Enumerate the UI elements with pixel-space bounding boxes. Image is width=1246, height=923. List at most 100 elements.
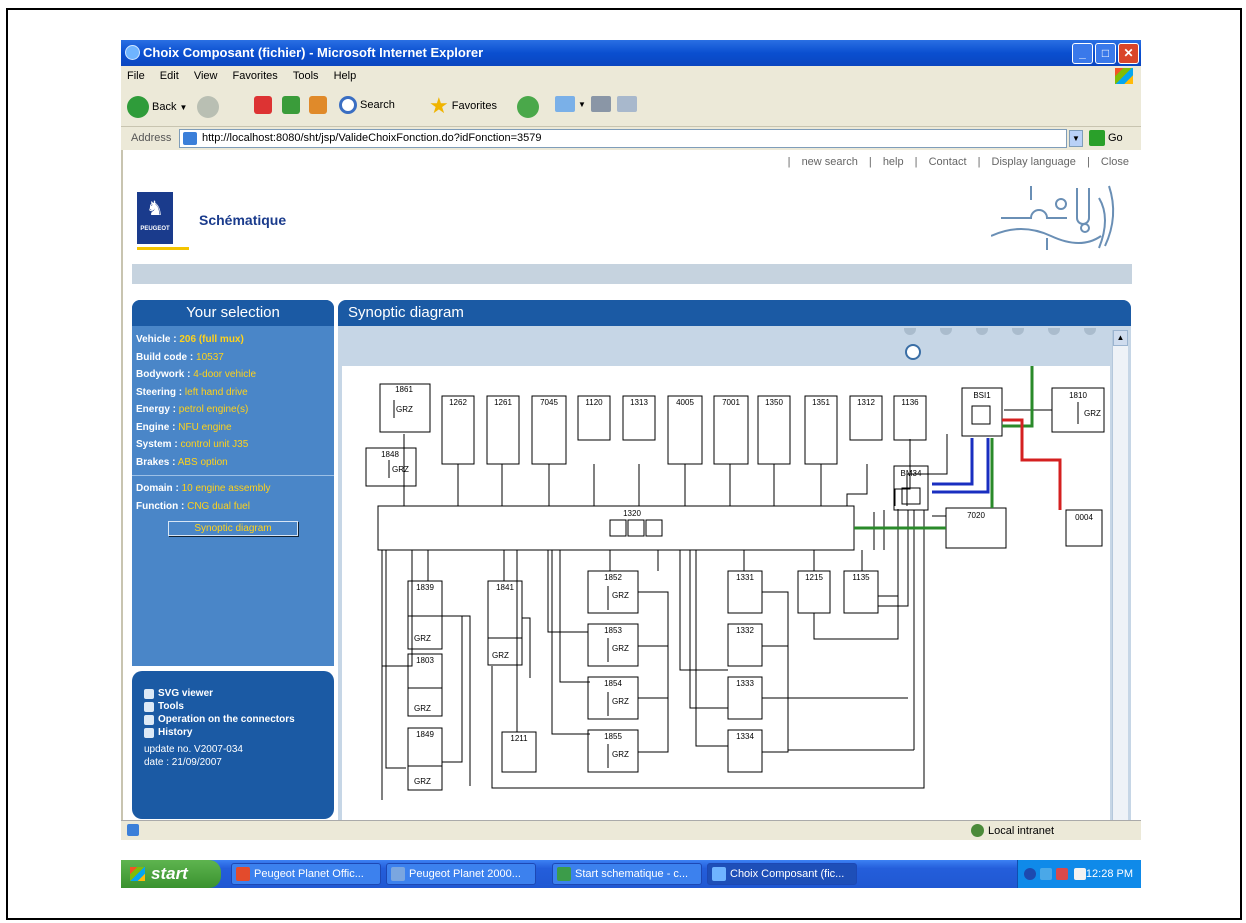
address-dropdown[interactable]: ▼ [1069, 130, 1083, 147]
svg-viewer-link[interactable]: SVG viewer [144, 687, 322, 700]
build-code-row: Build code : 10537 [136, 349, 330, 367]
task-label: Peugeot Planet Offic... [254, 868, 364, 880]
component-1803: 1803 [416, 656, 434, 665]
steering-row: Steering : left hand drive [136, 384, 330, 402]
function-row: Function : CNG dual fuel [136, 498, 330, 516]
svg-text:GRZ: GRZ [612, 697, 629, 706]
bullet-icon [144, 689, 154, 699]
back-arrow-icon [127, 96, 149, 118]
help-link[interactable]: help [883, 156, 904, 168]
app-icon [236, 867, 250, 881]
back-label: Back [152, 101, 177, 113]
engine-value: NFU engine [178, 421, 232, 433]
close-window-button[interactable]: ✕ [1118, 43, 1139, 64]
maximize-button[interactable]: □ [1095, 43, 1116, 64]
tools-link[interactable]: Tools [144, 700, 322, 713]
scroll-up-arrow-icon[interactable]: ▲ [1113, 330, 1128, 346]
contact-link[interactable]: Contact [929, 156, 967, 168]
pan-control-icon[interactable] [905, 344, 921, 360]
tray-arrow-icon[interactable] [1024, 868, 1036, 880]
network-icon[interactable] [1040, 868, 1052, 880]
address-label: Address [131, 132, 172, 144]
mail-button[interactable]: ▼ [555, 96, 586, 112]
domain-label: Domain : [136, 483, 179, 494]
component-1261: 1261 [494, 398, 512, 407]
brakes-row: Brakes : ABS option [136, 454, 330, 472]
vertical-scrollbar[interactable]: ▲ [1112, 330, 1128, 826]
search-button[interactable]: Search [339, 96, 395, 114]
taskbar-item-peugeot-planet-2000[interactable]: Peugeot Planet 2000... [386, 863, 536, 885]
app-icon [391, 867, 405, 881]
device-icon[interactable] [1074, 868, 1086, 880]
start-button[interactable]: start [121, 860, 221, 888]
go-arrow-icon [1089, 130, 1105, 146]
security-alert-icon[interactable] [1056, 868, 1068, 880]
system-tray: 12:28 PM [1017, 860, 1141, 888]
menu-bar: File Edit View Favorites Tools Help [121, 66, 1141, 87]
menu-file[interactable]: File [127, 70, 145, 82]
forward-arrow-icon [197, 96, 219, 118]
address-url: http://localhost:8080/sht/jsp/ValideChoi… [202, 132, 542, 144]
nav-dot[interactable] [1048, 328, 1060, 335]
menu-edit[interactable]: Edit [160, 70, 179, 82]
new-search-link[interactable]: new search [802, 156, 858, 168]
history-link[interactable]: History [144, 726, 322, 739]
go-button[interactable]: Go [1089, 130, 1123, 146]
intranet-icon [971, 824, 984, 837]
printer-icon [591, 96, 611, 112]
operation-connectors-link[interactable]: Operation on the connectors [144, 713, 322, 726]
menu-help[interactable]: Help [334, 70, 357, 82]
top-links: | new search | help | Contact | Display … [784, 156, 1133, 168]
svg-text:GRZ: GRZ [612, 591, 629, 600]
update-date: date : 21/09/2007 [144, 757, 222, 768]
nav-dot[interactable] [1012, 328, 1024, 335]
component-7045: 7045 [540, 398, 558, 407]
update-number: update no. V2007-034 [144, 744, 243, 755]
brakes-label: Brakes : [136, 456, 176, 468]
header-band [132, 264, 1132, 284]
taskbar-item-start-schematique[interactable]: Start schematique - c... [552, 863, 702, 885]
favorites-button[interactable]: ★ Favorites [429, 95, 497, 117]
component-1312: 1312 [857, 398, 875, 407]
taskbar-item-peugeot-planet-office[interactable]: Peugeot Planet Offic... [231, 863, 381, 885]
menu-view[interactable]: View [194, 70, 218, 82]
edit-button[interactable] [617, 96, 637, 112]
taskbar-item-choix-composant[interactable]: Choix Composant (fic... [707, 863, 857, 885]
nav-dot[interactable] [1084, 328, 1096, 335]
menu-tools[interactable]: Tools [293, 70, 319, 82]
title-bar: Choix Composant (fichier) - Microsoft In… [121, 40, 1141, 66]
zone-label: Local intranet [988, 824, 1055, 837]
minimize-button[interactable]: _ [1072, 43, 1093, 64]
synoptic-diagram-button[interactable]: Synoptic diagram [168, 521, 298, 536]
display-language-link[interactable]: Display language [992, 156, 1076, 168]
forward-button[interactable] [197, 96, 219, 118]
component-7020: 7020 [967, 511, 985, 520]
refresh-button[interactable] [282, 96, 300, 114]
print-button[interactable] [591, 96, 611, 112]
search-icon [339, 96, 357, 114]
energy-label: Energy : [136, 404, 177, 415]
engine-row: Engine : NFU engine [136, 419, 330, 437]
component-1861: 1861 [395, 385, 413, 394]
home-button[interactable] [309, 96, 327, 114]
svg-text:GRZ: GRZ [414, 777, 431, 786]
address-input[interactable]: http://localhost:8080/sht/jsp/ValideChoi… [179, 129, 1067, 148]
task-label: Choix Composant (fic... [730, 868, 845, 880]
close-link[interactable]: Close [1101, 156, 1129, 168]
menu-favorites[interactable]: Favorites [233, 70, 278, 82]
back-button[interactable]: Back ▼ [127, 96, 187, 118]
nav-dot[interactable] [976, 328, 988, 335]
wiring-diagram[interactable]: 1861 1848 1262 1261 7045 1120 1313 4005 … [342, 366, 1110, 826]
function-value: CNG dual fuel [187, 500, 250, 512]
svg-text:GRZ: GRZ [396, 405, 413, 414]
selection-divider [132, 475, 334, 476]
nav-dot[interactable] [904, 328, 916, 335]
refresh-icon [282, 96, 300, 114]
nav-dot[interactable] [940, 328, 952, 335]
history-button[interactable] [517, 96, 539, 118]
stop-button[interactable] [254, 96, 272, 114]
svg-viewer-label: SVG viewer [158, 688, 214, 699]
svg-text:GRZ: GRZ [612, 750, 629, 759]
build-code-label: Build code : [136, 351, 194, 363]
link-separator: | [977, 156, 981, 168]
